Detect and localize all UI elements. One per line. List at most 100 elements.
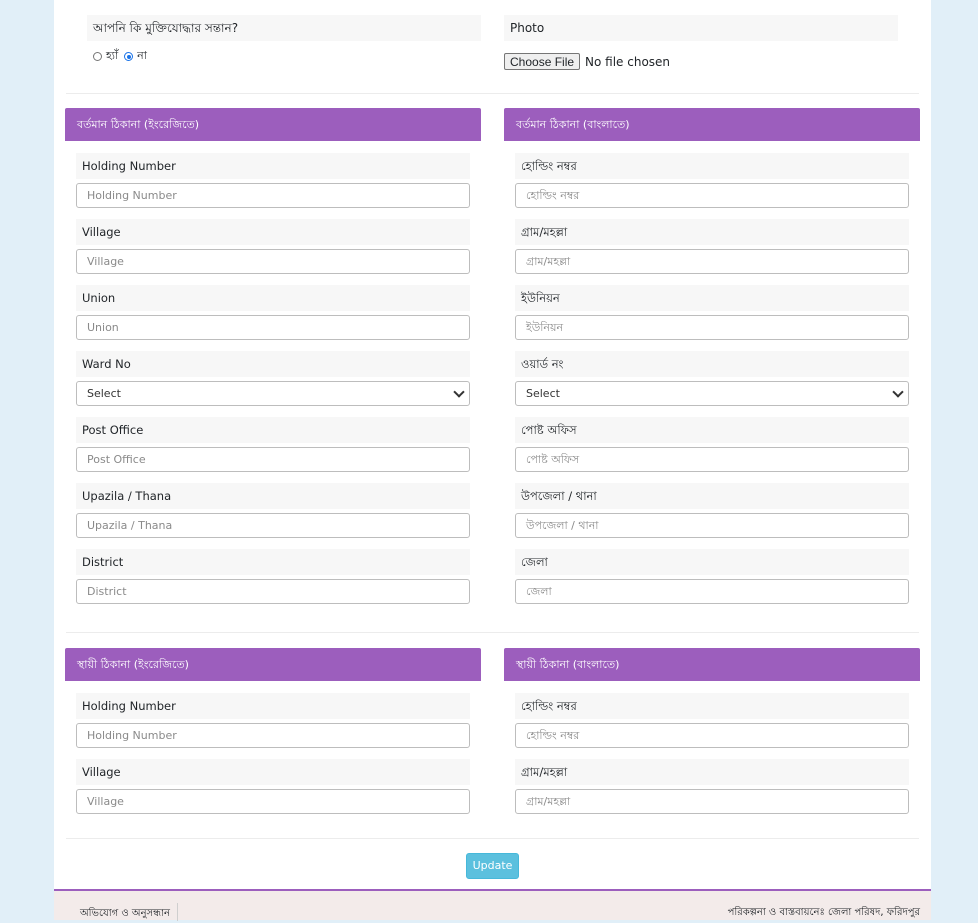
present-en-field-label: District <box>76 549 470 575</box>
input-placeholder: Upazila / Thana <box>87 519 173 532</box>
input-placeholder: Holding Number <box>87 729 177 742</box>
radio-yes-label: হ্যাঁ <box>106 49 119 62</box>
present-bn-field-input[interactable]: জেলা <box>515 579 909 604</box>
permanent-bn-field: হোল্ডিং নম্বর হোল্ডিং নম্বর <box>515 693 909 748</box>
input-placeholder: উপজেলা / থানা <box>526 519 599 532</box>
present-bn-field: পোষ্ট অফিস পোষ্ট অফিস <box>515 417 909 472</box>
present-en-field-input[interactable]: Village <box>76 249 470 274</box>
input-placeholder: জেলা <box>526 585 552 598</box>
present-bn-field-label: উপজেলা / থানা <box>515 483 909 509</box>
present-bn-field-input[interactable]: পোষ্ট অফিস <box>515 447 909 472</box>
present-en-field-label: Village <box>76 219 470 245</box>
permanent-en-field: Village Village <box>76 759 470 814</box>
present-en-ward-select[interactable]: Select <box>76 381 470 406</box>
permanent-en-field-input[interactable]: Village <box>76 789 470 814</box>
permanent-en-field-input[interactable]: Holding Number <box>76 723 470 748</box>
permanent-bn-field-label: হোল্ডিং নম্বর <box>515 693 909 719</box>
present-en-field-input[interactable]: District <box>76 579 470 604</box>
present-address-bn-panel: বর্তমান ঠিকানা (বাংলাতে) হোল্ডিং নম্বর হো… <box>504 108 920 615</box>
present-en-field: Upazila / Thana Upazila / Thana <box>76 483 470 538</box>
present-en-field: Ward No Select <box>76 351 470 406</box>
footer-credit: পরিকল্পনা ও বাস্তবায়নেঃ জেলা পরিষদ, ফরি… <box>727 907 920 918</box>
input-placeholder: ইউনিয়ন <box>526 321 564 334</box>
input-placeholder: District <box>87 585 127 598</box>
footer-separator <box>177 903 178 921</box>
present-address-en-panel: বর্তমান ঠিকানা (ইংরেজিতে) Holding Number… <box>65 108 481 615</box>
select-value: Select <box>87 387 121 400</box>
freedom-fighter-radio-row: হ্যাঁ না <box>87 47 481 66</box>
present-bn-field: ইউনিয়ন ইউনিয়ন <box>515 285 909 340</box>
present-en-field-input[interactable]: Upazila / Thana <box>76 513 470 538</box>
permanent-address-en-title: স্থায়ী ঠিকানা (ইংরেজিতে) <box>65 648 481 681</box>
present-bn-field: উপজেলা / থানা উপজেলা / থানা <box>515 483 909 538</box>
present-en-field-input[interactable]: Post Office <box>76 447 470 472</box>
input-placeholder: পোষ্ট অফিস <box>526 453 580 466</box>
input-placeholder: হোল্ডিং নম্বর <box>526 189 580 202</box>
input-placeholder: Post Office <box>87 453 146 466</box>
update-button[interactable]: Update <box>466 853 519 879</box>
footer-complaint-link[interactable]: অভিযোগ ও অনুসন্ধান <box>80 906 170 923</box>
present-bn-field-input[interactable]: গ্রাম/মহল্লা <box>515 249 909 274</box>
footer: অভিযোগ ও অনুসন্ধান পরিকল্পনা ও বাস্তবায়… <box>54 889 931 923</box>
permanent-address-en-panel: স্থায়ী ঠিকানা (ইংরেজিতে) Holding Number… <box>65 648 481 825</box>
present-en-field-label: Upazila / Thana <box>76 483 470 509</box>
present-en-field: Union Union <box>76 285 470 340</box>
freedom-fighter-group: আপনি কি মুক্তিযোদ্ধার সন্তান? হ্যাঁ না <box>87 15 481 66</box>
photo-group: Photo Choose File No file chosen <box>504 15 898 70</box>
radio-yes[interactable] <box>93 52 102 61</box>
present-bn-field-input[interactable]: উপজেলা / থানা <box>515 513 909 538</box>
present-en-field-input[interactable]: Holding Number <box>76 183 470 208</box>
present-bn-field: জেলা জেলা <box>515 549 909 604</box>
permanent-en-field-label: Village <box>76 759 470 785</box>
photo-file-row: Choose File No file chosen <box>504 53 898 70</box>
present-en-field-label: Ward No <box>76 351 470 377</box>
permanent-bn-field-input[interactable]: গ্রাম/মহল্লা <box>515 789 909 814</box>
present-bn-field-label: হোল্ডিং নম্বর <box>515 153 909 179</box>
permanent-bn-field-label: গ্রাম/মহল্লা <box>515 759 909 785</box>
file-status: No file chosen <box>585 54 671 69</box>
present-en-field: District District <box>76 549 470 604</box>
permanent-address-en-body: Holding Number Holding Number Village Villa… <box>65 681 481 814</box>
present-bn-field-label: জেলা <box>515 549 909 575</box>
divider <box>66 838 919 839</box>
photo-label: Photo <box>504 15 898 41</box>
input-placeholder: Holding Number <box>87 189 177 202</box>
present-bn-field-label: ইউনিয়ন <box>515 285 909 311</box>
permanent-en-field: Holding Number Holding Number <box>76 693 470 748</box>
present-en-field: Holding Number Holding Number <box>76 153 470 208</box>
present-en-field: Village Village <box>76 219 470 274</box>
divider <box>66 93 919 94</box>
input-placeholder: Village <box>87 255 124 268</box>
form-page: আপনি কি মুক্তিযোদ্ধার সন্তান? হ্যাঁ না P… <box>54 0 931 923</box>
present-en-field-input[interactable]: Union <box>76 315 470 340</box>
present-en-field-label: Post Office <box>76 417 470 443</box>
chevron-down-icon <box>453 386 465 398</box>
present-bn-field-input[interactable]: হোল্ডিং নম্বর <box>515 183 909 208</box>
present-bn-ward-select[interactable]: Select <box>515 381 909 406</box>
radio-no-label: না <box>137 49 147 62</box>
freedom-fighter-question: আপনি কি মুক্তিযোদ্ধার সন্তান? <box>87 15 481 41</box>
present-en-field-label: Union <box>76 285 470 311</box>
present-address-en-title: বর্তমান ঠিকানা (ইংরেজিতে) <box>65 108 481 141</box>
permanent-en-field-label: Holding Number <box>76 693 470 719</box>
permanent-address-bn-body: হোল্ডিং নম্বর হোল্ডিং নম্বর গ্রাম/মহল্লা গ্… <box>504 681 920 814</box>
permanent-bn-field-input[interactable]: হোল্ডিং নম্বর <box>515 723 909 748</box>
chevron-down-icon <box>892 386 904 398</box>
present-bn-field-input[interactable]: ইউনিয়ন <box>515 315 909 340</box>
choose-file-button[interactable]: Choose File <box>504 53 581 70</box>
permanent-address-bn-title: স্থায়ী ঠিকানা (বাংলাতে) <box>504 648 920 681</box>
present-bn-field: হোল্ডিং নম্বর হোল্ডিং নম্বর <box>515 153 909 208</box>
present-en-field: Post Office Post Office <box>76 417 470 472</box>
input-placeholder: গ্রাম/মহল্লা <box>526 795 571 808</box>
permanent-address-bn-panel: স্থায়ী ঠিকানা (বাংলাতে) হোল্ডিং নম্বর হো… <box>504 648 920 825</box>
input-placeholder: Union <box>87 321 119 334</box>
input-placeholder: Village <box>87 795 124 808</box>
select-value: Select <box>526 387 560 400</box>
radio-no[interactable] <box>124 52 134 61</box>
present-bn-field-label: ওয়ার্ড নং <box>515 351 909 377</box>
present-address-bn-body: হোল্ডিং নম্বর হোল্ডিং নম্বর গ্রাম/মহল্লা গ্… <box>504 141 920 604</box>
present-en-field-label: Holding Number <box>76 153 470 179</box>
present-bn-field: ওয়ার্ড নং Select <box>515 351 909 406</box>
divider <box>66 632 919 633</box>
input-placeholder: হোল্ডিং নম্বর <box>526 729 580 742</box>
